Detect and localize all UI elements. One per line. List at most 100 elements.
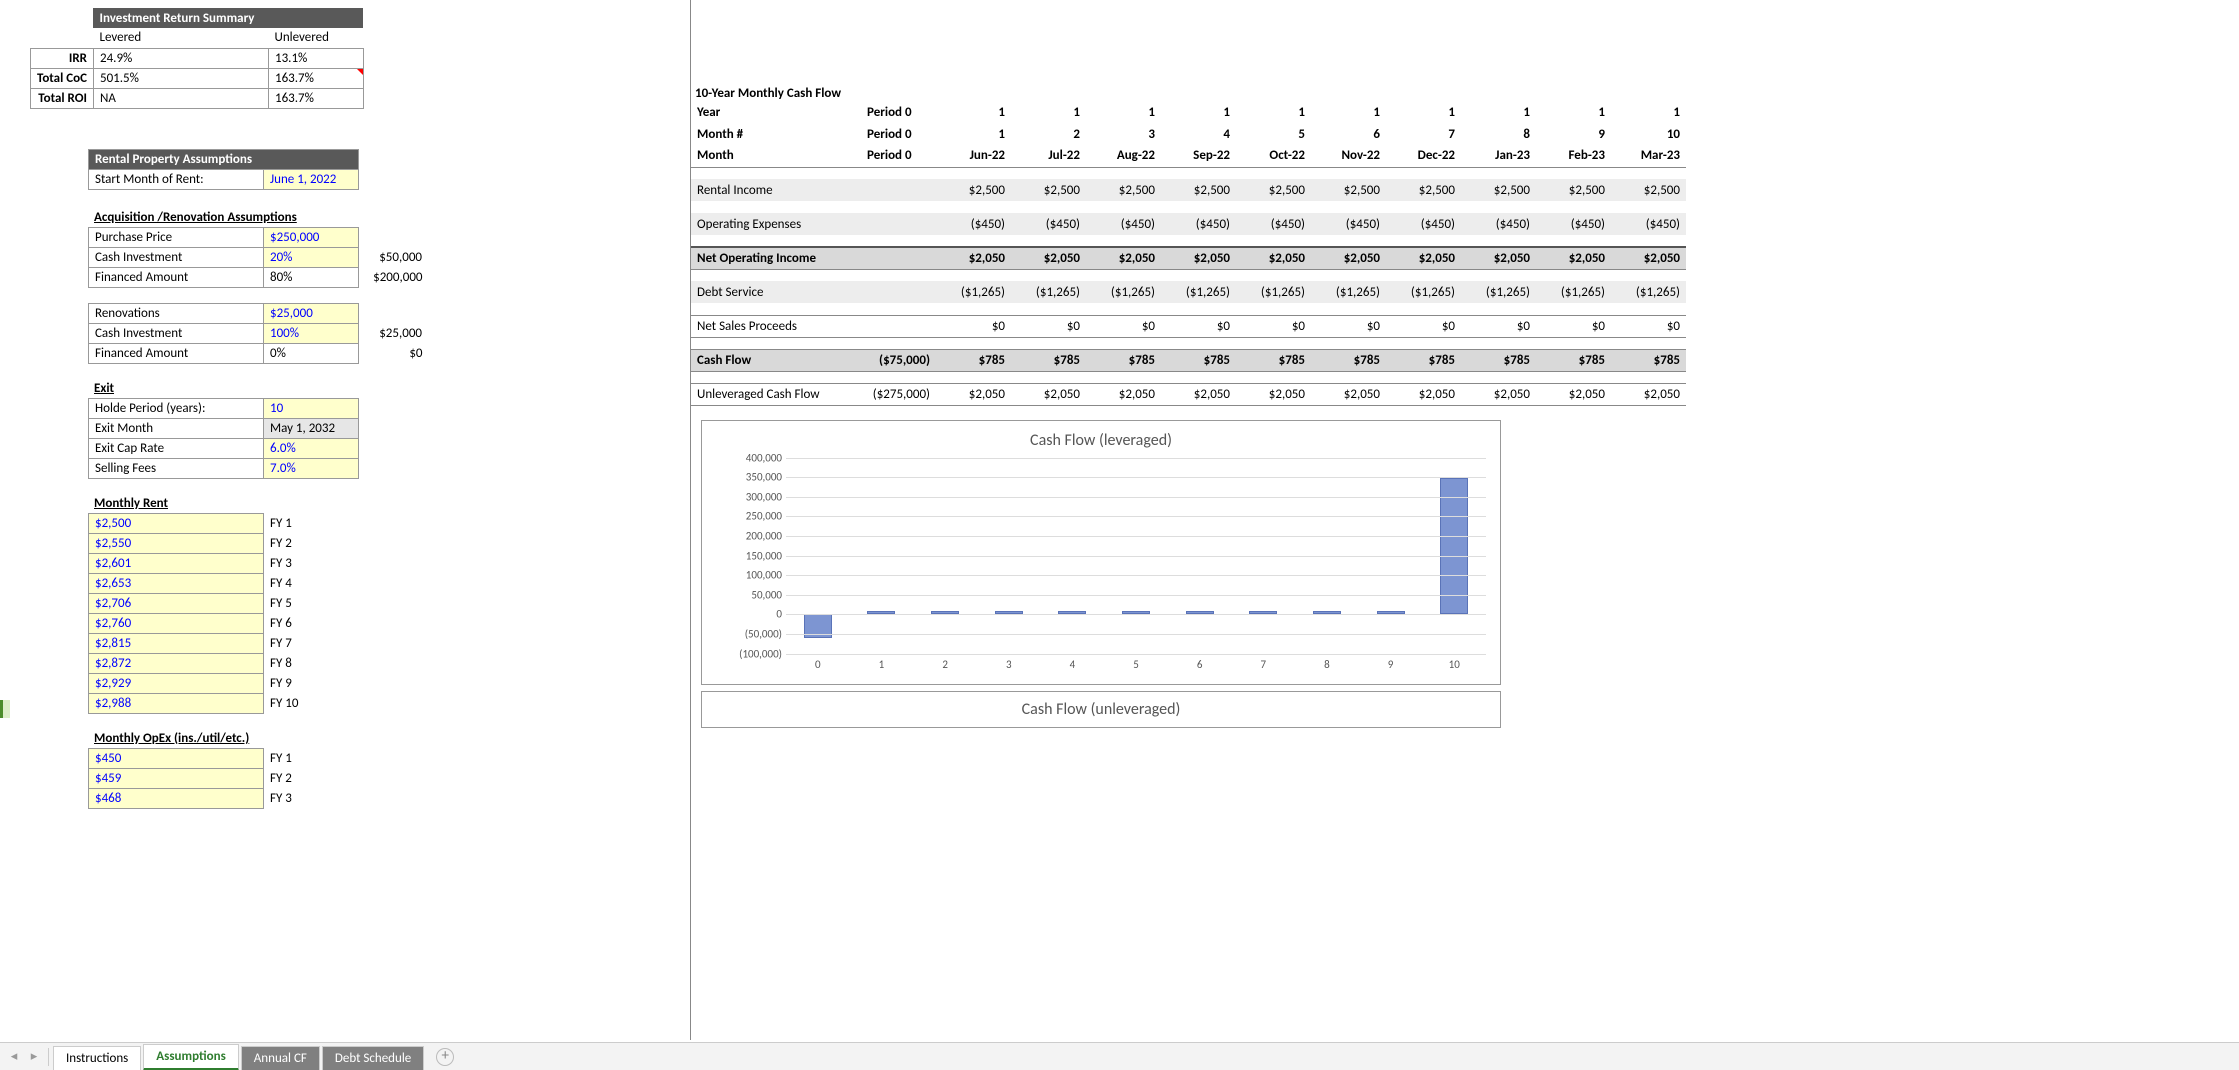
cf-cell[interactable]: $2,050 [1236, 383, 1311, 405]
cf-cell[interactable]: ($450) [1011, 213, 1086, 235]
tab-debt-schedule[interactable]: Debt Schedule [322, 1046, 424, 1070]
cf-cell[interactable]: $785 [1461, 349, 1536, 371]
cash-inv-pct[interactable]: 20% [264, 247, 359, 267]
chart-leveraged[interactable]: Cash Flow (leveraged) 012345678910 (100,… [701, 420, 1501, 685]
cf-cell[interactable]: ($450) [936, 213, 1011, 235]
cf-cell[interactable]: $2,050 [1461, 247, 1536, 269]
exit-cap[interactable]: 6.0% [264, 438, 359, 458]
nav-prev-icon[interactable]: ◂ [4, 1049, 24, 1064]
cf-cell[interactable]: ($450) [1461, 213, 1536, 235]
cf-cell[interactable]: ($450) [1236, 213, 1311, 235]
cf-cell[interactable]: $2,500 [1461, 179, 1536, 201]
cf-cell[interactable]: ($1,265) [1311, 281, 1386, 303]
summary-irr-lev[interactable]: 24.9% [93, 48, 268, 68]
selling-fees[interactable]: 7.0% [264, 458, 359, 478]
summary-roi-unlev[interactable]: 163.7% [268, 88, 363, 108]
cf-cell[interactable]: $2,050 [1611, 247, 1686, 269]
cf-cell[interactable]: $0 [1611, 315, 1686, 337]
cf-cell[interactable]: $2,500 [1311, 179, 1386, 201]
rent-value[interactable]: $2,706 [89, 593, 264, 613]
cf-cell[interactable] [861, 179, 936, 201]
cf-cell[interactable]: $0 [1386, 315, 1461, 337]
financed-pct[interactable]: 80% [264, 267, 359, 287]
reno-value[interactable]: $25,000 [264, 303, 359, 323]
exit-month[interactable]: May 1, 2032 [264, 418, 359, 438]
cf-cell[interactable]: ($1,265) [1611, 281, 1686, 303]
cf-cell[interactable]: $0 [1086, 315, 1161, 337]
rent-value[interactable]: $2,653 [89, 573, 264, 593]
cf-cell[interactable]: ($1,265) [1461, 281, 1536, 303]
reno-cash-pct[interactable]: 100% [264, 323, 359, 343]
cf-cell[interactable] [861, 281, 936, 303]
cf-cell[interactable]: $2,050 [1311, 383, 1386, 405]
summary-irr-unlev[interactable]: 13.1% [268, 48, 363, 68]
cf-cell[interactable]: $2,050 [1461, 383, 1536, 405]
add-sheet-icon[interactable]: + [436, 1048, 454, 1066]
rent-value[interactable]: $2,550 [89, 533, 264, 553]
purchase-price[interactable]: $250,000 [264, 227, 359, 247]
cf-cell[interactable]: ($450) [1386, 213, 1461, 235]
cf-cell[interactable]: $2,500 [1536, 179, 1611, 201]
cf-cell[interactable]: $2,050 [1011, 247, 1086, 269]
cf-cell[interactable]: $0 [1236, 315, 1311, 337]
cf-cell[interactable]: ($1,265) [1236, 281, 1311, 303]
cf-cell[interactable]: $2,050 [1161, 383, 1236, 405]
cf-cell[interactable]: ($1,265) [1161, 281, 1236, 303]
opex-value[interactable]: $468 [89, 788, 264, 808]
cf-cell[interactable]: ($1,265) [1536, 281, 1611, 303]
hold-period[interactable]: 10 [264, 398, 359, 418]
cf-cell[interactable]: $2,050 [936, 247, 1011, 269]
cf-cell[interactable]: ($450) [1161, 213, 1236, 235]
cf-cell[interactable]: $2,500 [936, 179, 1011, 201]
summary-roi-lev[interactable]: NA [93, 88, 268, 108]
cf-cell[interactable]: $785 [936, 349, 1011, 371]
cf-cell[interactable]: $785 [1086, 349, 1161, 371]
rent-value[interactable]: $2,872 [89, 653, 264, 673]
opex-value[interactable]: $450 [89, 748, 264, 768]
cf-cell[interactable]: $0 [1536, 315, 1611, 337]
cf-cell[interactable]: ($450) [1311, 213, 1386, 235]
cf-cell[interactable]: ($1,265) [1086, 281, 1161, 303]
cf-cell[interactable] [861, 315, 936, 337]
cf-cell[interactable]: $2,500 [1611, 179, 1686, 201]
cf-cell[interactable]: ($450) [1611, 213, 1686, 235]
rent-value[interactable]: $2,760 [89, 613, 264, 633]
tab-assumptions[interactable]: Assumptions [143, 1044, 239, 1070]
cf-cell[interactable]: $785 [1611, 349, 1686, 371]
cf-cell[interactable]: ($1,265) [1011, 281, 1086, 303]
cf-cell[interactable]: $0 [936, 315, 1011, 337]
rent-value[interactable]: $2,929 [89, 673, 264, 693]
cf-cell[interactable]: $2,050 [1536, 247, 1611, 269]
cf-cell[interactable]: ($450) [1536, 213, 1611, 235]
cf-cell[interactable]: $2,500 [1086, 179, 1161, 201]
cf-cell[interactable]: ($275,000) [861, 383, 936, 405]
cf-cell[interactable]: $2,500 [1161, 179, 1236, 201]
summary-coc-unlev[interactable]: 163.7% [268, 68, 363, 88]
cf-cell[interactable]: $0 [1311, 315, 1386, 337]
cf-cell[interactable]: ($75,000) [861, 349, 936, 371]
cf-cell[interactable]: $785 [1011, 349, 1086, 371]
cf-cell[interactable]: $2,050 [1611, 383, 1686, 405]
chart-unleveraged-header[interactable]: Cash Flow (unleveraged) [701, 691, 1501, 728]
cf-cell[interactable]: $2,050 [1086, 383, 1161, 405]
cf-cell[interactable]: ($450) [1086, 213, 1161, 235]
cf-cell[interactable]: $2,050 [1311, 247, 1386, 269]
cf-cell[interactable]: $2,050 [1386, 247, 1461, 269]
cf-cell[interactable]: $2,050 [1086, 247, 1161, 269]
opex-value[interactable]: $459 [89, 768, 264, 788]
cf-cell[interactable]: $785 [1161, 349, 1236, 371]
cf-cell[interactable] [861, 247, 936, 269]
cf-cell[interactable]: $2,500 [1011, 179, 1086, 201]
cf-cell[interactable]: ($1,265) [936, 281, 1011, 303]
cf-cell[interactable]: $2,500 [1236, 179, 1311, 201]
cf-cell[interactable]: $0 [1461, 315, 1536, 337]
tab-instructions[interactable]: Instructions [53, 1046, 141, 1070]
reno-fin-pct[interactable]: 0% [264, 343, 359, 363]
tab-annual-cf[interactable]: Annual CF [241, 1046, 320, 1070]
cf-cell[interactable]: $2,050 [1536, 383, 1611, 405]
cf-cell[interactable]: $2,500 [1386, 179, 1461, 201]
cf-cell[interactable]: $2,050 [936, 383, 1011, 405]
cf-cell[interactable] [861, 213, 936, 235]
summary-coc-lev[interactable]: 501.5% [93, 68, 268, 88]
cf-cell[interactable]: $0 [1011, 315, 1086, 337]
